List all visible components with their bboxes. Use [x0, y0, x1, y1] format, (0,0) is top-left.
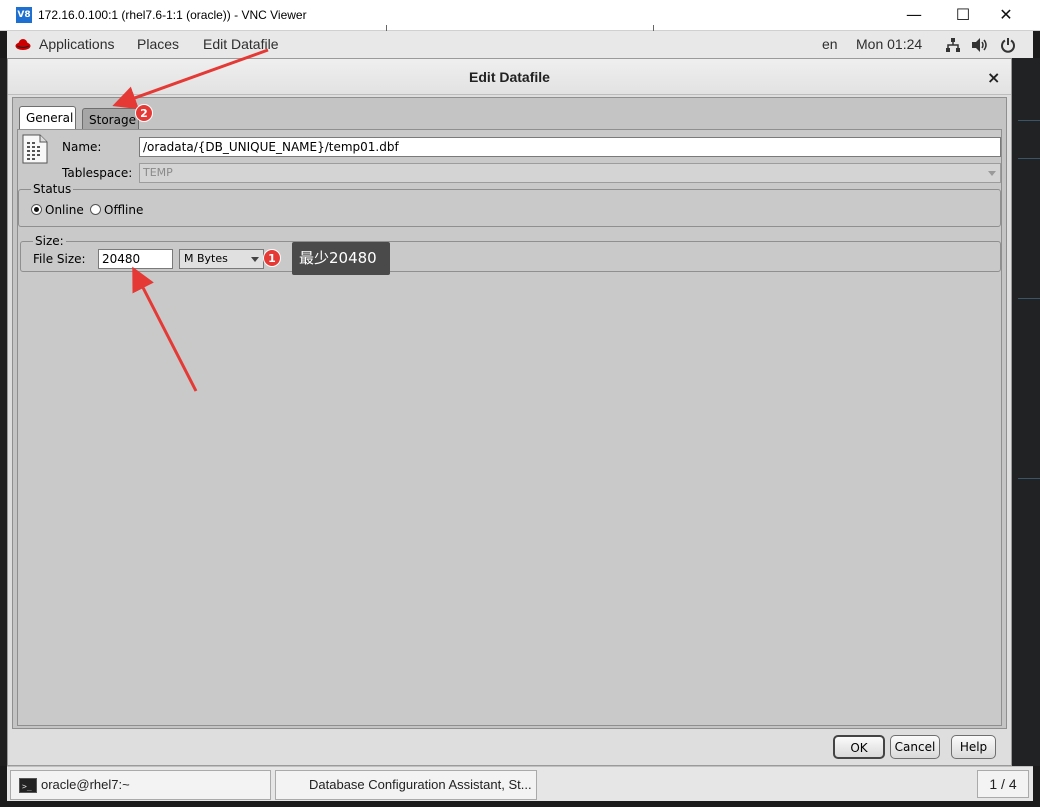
file-size-input[interactable]: 20480	[98, 249, 173, 269]
offline-label: Offline	[104, 203, 144, 217]
input-language-indicator[interactable]: en	[822, 36, 838, 52]
minimize-button[interactable]: —	[896, 4, 932, 26]
size-group: Size: File Size: 20480 M Bytes	[20, 234, 1001, 272]
desktop-background-right	[1012, 58, 1040, 766]
cancel-button[interactable]: Cancel	[890, 735, 940, 759]
size-unit-value: M Bytes	[184, 252, 228, 265]
tablespace-value: TEMP	[143, 166, 173, 179]
general-tab-panel: Name: /oradata/{DB_UNIQUE_NAME}/temp01.d…	[17, 129, 1002, 726]
help-button[interactable]: Help	[951, 735, 996, 759]
online-radio[interactable]	[31, 204, 42, 215]
close-window-button[interactable]: ✕	[988, 4, 1024, 26]
chevron-down-icon	[251, 257, 259, 262]
desktop-background-left	[0, 58, 7, 766]
power-icon[interactable]	[1000, 37, 1016, 53]
taskbar-item-label: oracle@rhel7:~	[41, 777, 130, 792]
taskbar-item-label: Database Configuration Assistant, St...	[309, 777, 532, 792]
ok-button[interactable]: OK	[833, 735, 885, 759]
places-menu[interactable]: Places	[137, 36, 179, 52]
name-input[interactable]: /oradata/{DB_UNIQUE_NAME}/temp01.dbf	[139, 137, 1001, 157]
annotation-callout: 最少20480	[292, 242, 390, 275]
dialog-close-button[interactable]: ×	[987, 68, 1000, 87]
volume-icon[interactable]	[971, 37, 989, 53]
chevron-down-icon	[988, 171, 996, 176]
terminal-icon	[19, 773, 37, 799]
annotation-badge-1: 1	[263, 249, 281, 267]
gnome-top-panel: Applications Places Edit Datafile en Mon…	[7, 31, 1033, 58]
workspace-switcher[interactable]: 1 / 4	[977, 770, 1029, 798]
tab-general[interactable]: General	[19, 106, 76, 130]
dialog-title: Edit Datafile	[469, 69, 550, 85]
redhat-icon[interactable]	[15, 37, 31, 51]
size-unit-select[interactable]: M Bytes	[179, 249, 264, 269]
name-label: Name:	[62, 140, 102, 154]
taskbar-item-dbca[interactable]: Database Configuration Assistant, St...	[275, 770, 537, 800]
dialog-titlebar[interactable]: Edit Datafile ×	[8, 59, 1011, 95]
vnc-window-title: 172.16.0.100:1 (rhel7.6-1:1 (oracle)) - …	[38, 8, 307, 22]
tab-storage[interactable]: Storage	[82, 108, 139, 130]
clock[interactable]: Mon 01:24	[856, 36, 922, 52]
network-icon[interactable]	[945, 37, 961, 53]
vnc-viewer-icon: V8	[16, 7, 32, 23]
datafile-document-icon	[22, 134, 48, 164]
status-legend: Status	[31, 182, 74, 196]
status-group: Status Online Offline	[18, 182, 1001, 227]
online-label: Online	[45, 203, 84, 217]
tablespace-label: Tablespace:	[62, 166, 133, 180]
applications-menu[interactable]: Applications	[39, 36, 115, 52]
tablespace-select[interactable]: TEMP	[139, 163, 1001, 183]
offline-radio[interactable]	[90, 204, 101, 215]
taskbar: oracle@rhel7:~ Database Configuration As…	[7, 766, 1033, 801]
maximize-button[interactable]: ☐	[945, 4, 981, 26]
vnc-titlebar: V8 172.16.0.100:1 (rhel7.6-1:1 (oracle))…	[0, 0, 1040, 34]
size-legend: Size:	[33, 234, 66, 248]
active-app-menu[interactable]: Edit Datafile	[203, 36, 278, 52]
dialog-content: General Storage Name: /oradata/{DB_UNIQU…	[12, 97, 1007, 729]
edit-datafile-dialog: Edit Datafile × General Storage Name: /o…	[7, 58, 1012, 766]
annotation-badge-2: 2	[135, 104, 153, 122]
file-size-label: File Size:	[33, 252, 86, 266]
taskbar-item-terminal[interactable]: oracle@rhel7:~	[10, 770, 271, 800]
